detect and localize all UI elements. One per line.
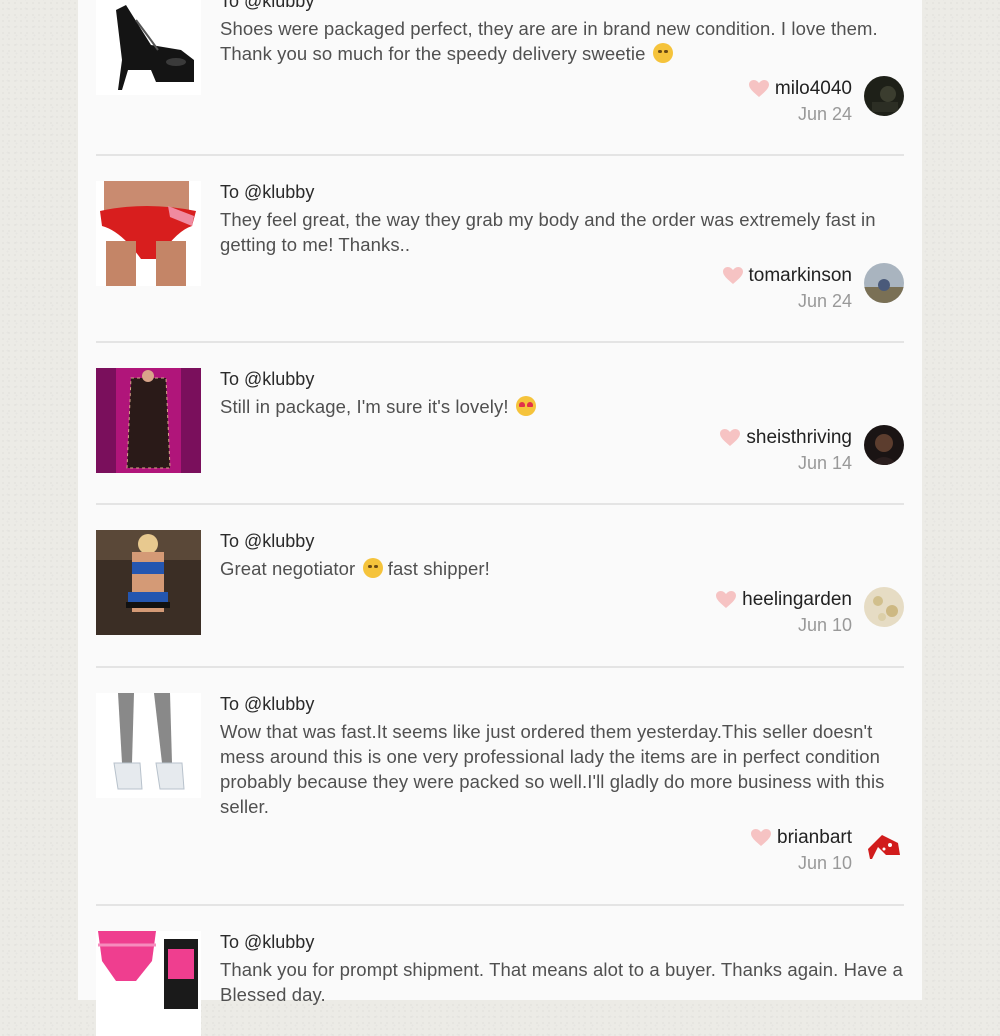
review-card: To @klubby They feel great, the way they… xyxy=(96,181,904,321)
divider xyxy=(96,904,904,906)
heart-icon xyxy=(720,429,741,446)
reviewer-username[interactable]: brianbart xyxy=(777,827,852,849)
heart-icon xyxy=(716,591,737,608)
review-date: Jun 10 xyxy=(797,853,852,873)
review-recipient[interactable]: To @klubby xyxy=(220,368,314,390)
review-date: Jun 24 xyxy=(797,104,852,124)
review-recipient[interactable]: To @klubby xyxy=(220,0,314,12)
heart-icon xyxy=(751,829,771,846)
product-thumbnail-pink-lace[interactable] xyxy=(96,931,201,1036)
review-text: They feel great, the way they grab my bo… xyxy=(220,209,876,255)
review-text: Still in package, I'm sure it's lovely! xyxy=(220,394,904,419)
product-thumbnail-blue-lingerie[interactable] xyxy=(96,530,201,635)
divider xyxy=(96,154,904,156)
review-recipient[interactable]: To @klubby xyxy=(220,931,314,953)
reviewer[interactable]: tomarkinson xyxy=(722,265,853,287)
heart-icon xyxy=(722,267,743,284)
reviewer[interactable]: sheisthriving xyxy=(720,427,852,449)
review-card: To @klubby Thank you for prompt shipment… xyxy=(96,931,904,1036)
reviewer-avatar[interactable] xyxy=(864,263,904,303)
heart-eyes-face-icon xyxy=(515,396,536,416)
review-text: Shoes were packaged perfect, they are ar… xyxy=(220,18,878,64)
divider xyxy=(96,503,904,505)
product-thumbnail-platform-heels[interactable] xyxy=(96,0,201,95)
review-card: To @klubby Wow that was fast.It seems li… xyxy=(96,693,904,883)
divider xyxy=(96,341,904,343)
product-thumbnail-red-briefs[interactable] xyxy=(96,181,201,286)
review-date: Jun 14 xyxy=(797,453,852,473)
reviewer[interactable]: heelingarden xyxy=(716,589,852,611)
smiling-face-icon xyxy=(652,43,673,63)
review-date: Jun 10 xyxy=(797,615,852,635)
review-date: Jun 24 xyxy=(797,291,852,311)
winking-kiss-face-icon xyxy=(362,558,383,578)
review-text: Great negotiator fast shipper! xyxy=(220,558,490,579)
reviewer-avatar[interactable] xyxy=(864,825,904,865)
reviewer-username[interactable]: milo4040 xyxy=(775,78,852,100)
review-text: Wow that was fast.It seems like just ord… xyxy=(220,721,885,817)
reviewer-avatar[interactable] xyxy=(864,587,904,627)
review-recipient[interactable]: To @klubby xyxy=(220,693,314,715)
reviewer-avatar[interactable] xyxy=(864,425,904,465)
review-recipient[interactable]: To @klubby xyxy=(220,181,314,203)
reviewer[interactable]: brianbart xyxy=(751,827,852,849)
reviewer-username[interactable]: heelingarden xyxy=(742,589,852,611)
product-thumbnail-fishnet-dress[interactable] xyxy=(96,368,201,473)
review-recipient[interactable]: To @klubby xyxy=(220,530,314,552)
review-card: To @klubby Shoes were packaged perfect, … xyxy=(96,0,904,130)
review-card: To @klubby Great negotiator fast shipper… xyxy=(96,530,904,640)
review-card: To @klubby Still in package, I'm sure it… xyxy=(96,368,904,478)
reviewer[interactable]: milo4040 xyxy=(748,78,852,100)
product-thumbnail-clear-heels[interactable] xyxy=(96,693,201,798)
reviewer-username[interactable]: sheisthriving xyxy=(746,427,852,449)
divider xyxy=(96,666,904,668)
reviewer-username[interactable]: tomarkinson xyxy=(749,265,853,287)
heart-icon xyxy=(748,80,769,97)
reviewer-avatar[interactable] xyxy=(864,76,904,116)
